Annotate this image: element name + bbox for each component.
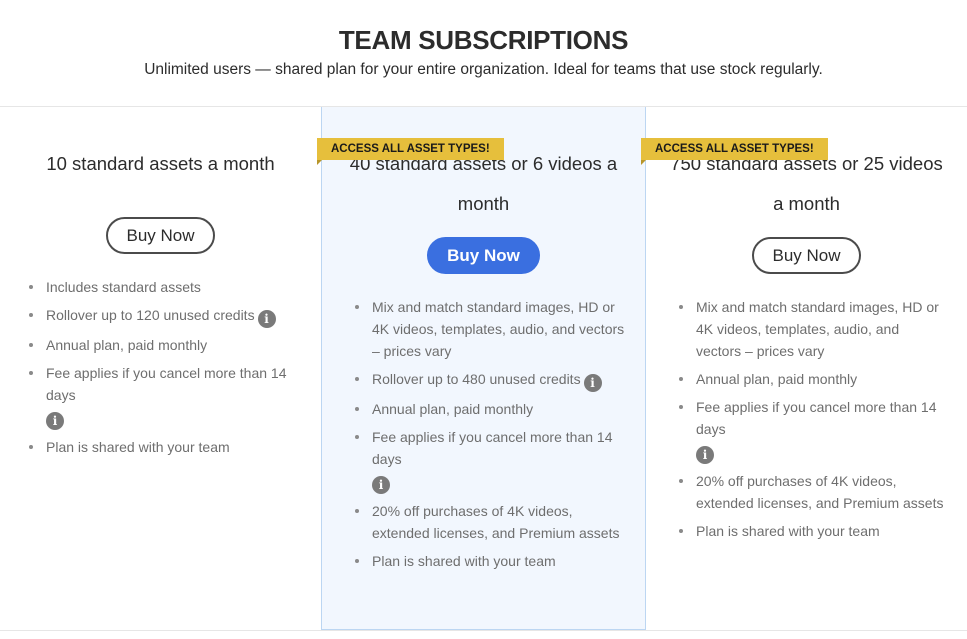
buy-now-button[interactable]: Buy Now bbox=[106, 217, 215, 254]
page-subtitle: Unlimited users — shared plan for your e… bbox=[144, 61, 823, 78]
feature-item: Rollover up to 480 unused credits i bbox=[355, 368, 625, 392]
plan-card-40-assets: ACCESS ALL ASSET TYPES! 40 standard asse… bbox=[317, 107, 646, 630]
info-icon[interactable]: i bbox=[257, 310, 276, 328]
feature-item: Annual plan, paid monthly bbox=[679, 368, 947, 390]
info-icon[interactable]: i bbox=[583, 374, 602, 392]
feature-item: Annual plan, paid monthly bbox=[355, 398, 625, 420]
feature-item: Fee applies if you cancel more than 14 d… bbox=[29, 362, 301, 430]
feature-item: Mix and match standard images, HD or 4K … bbox=[355, 296, 625, 362]
section-header: TEAM SUBSCRIPTIONS Unlimited users — sha… bbox=[0, 0, 967, 80]
feature-item: Plan is shared with your team bbox=[29, 436, 301, 458]
plan-card-750-assets: ACCESS ALL ASSET TYPES! 750 standard ass… bbox=[641, 107, 967, 630]
buy-now-button[interactable]: Buy Now bbox=[752, 237, 861, 274]
divider bbox=[0, 630, 967, 631]
buy-now-button[interactable]: Buy Now bbox=[427, 237, 540, 274]
feature-item: Mix and match standard images, HD or 4K … bbox=[679, 296, 947, 362]
access-all-badge: ACCESS ALL ASSET TYPES! bbox=[641, 138, 828, 165]
feature-item: Plan is shared with your team bbox=[355, 550, 625, 572]
info-icon[interactable]: i bbox=[46, 412, 64, 430]
plan-name: 10 standard assets a month bbox=[46, 153, 275, 174]
feature-list: Mix and match standard images, HD or 4K … bbox=[322, 296, 645, 572]
page-title: TEAM SUBSCRIPTIONS bbox=[338, 25, 629, 55]
feature-item: Includes standard assets bbox=[29, 276, 301, 298]
feature-item: Plan is shared with your team bbox=[679, 520, 947, 542]
feature-item: 20% off purchases of 4K videos, extended… bbox=[355, 500, 625, 544]
feature-item: Fee applies if you cancel more than 14 d… bbox=[679, 396, 947, 464]
feature-item: Fee applies if you cancel more than 14 d… bbox=[355, 426, 625, 494]
info-icon[interactable]: i bbox=[696, 446, 714, 464]
feature-list: Includes standard assets Rollover up to … bbox=[0, 276, 321, 458]
access-all-badge: ACCESS ALL ASSET TYPES! bbox=[317, 138, 504, 165]
plan-card-10-assets: 10 standard assets a month Buy Now Inclu… bbox=[0, 107, 321, 630]
info-icon[interactable]: i bbox=[372, 476, 390, 494]
feature-list: Mix and match standard images, HD or 4K … bbox=[646, 296, 967, 542]
feature-item: Annual plan, paid monthly bbox=[29, 334, 301, 356]
feature-item: 20% off purchases of 4K videos, extended… bbox=[679, 470, 947, 514]
feature-item: Rollover up to 120 unused credits i bbox=[29, 304, 301, 328]
